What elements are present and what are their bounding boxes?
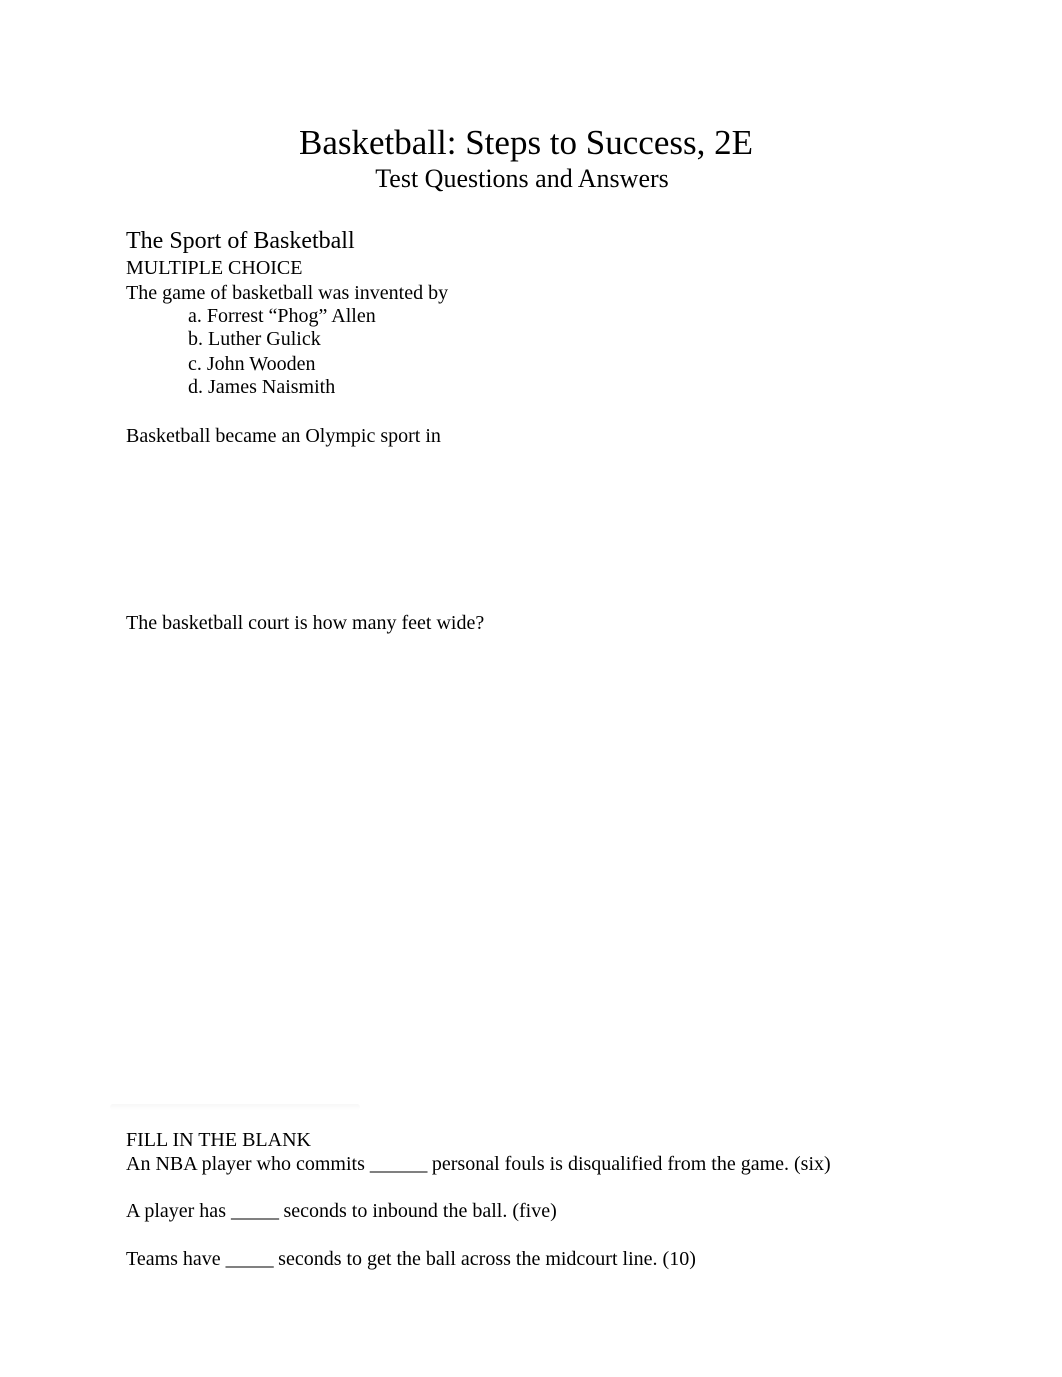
answer-option-b: b. Luther Gulick <box>188 328 321 350</box>
answer-key: (six) <box>789 1153 831 1175</box>
document-page: Basketball: Steps to Success, 2E Test Qu… <box>0 0 1062 1377</box>
question-text-after: personal fouls is disqualified from the … <box>426 1153 790 1175</box>
question-text-before: An NBA player who commits <box>126 1153 370 1175</box>
answer-blank: _____ <box>230 1200 279 1222</box>
faint-divider <box>110 1104 360 1110</box>
question-prompt: Basketball became an Olympic sport in <box>126 425 441 447</box>
question-prompt: The basketball court is how many feet wi… <box>126 612 485 634</box>
multiple-choice-heading: MULTIPLE CHOICE <box>126 257 303 279</box>
question-text-after: seconds to inbound the ball. <box>278 1200 508 1222</box>
answer-option-d: d. James Naismith <box>188 376 336 398</box>
answer-option-c: c. John Wooden <box>188 353 316 375</box>
fib-question-1: An NBA player who commits ______ persona… <box>126 1152 831 1176</box>
question-prompt: The game of basketball was invented by <box>126 282 449 304</box>
document-subtitle: Test Questions and Answers <box>375 164 669 193</box>
section-title: The Sport of Basketball <box>126 228 355 254</box>
question-text-before: Teams have <box>126 1248 226 1270</box>
answer-option-a: a. Forrest “Phog” Allen <box>188 305 376 327</box>
fill-in-the-blank-heading: FILL IN THE BLANK <box>126 1129 311 1151</box>
answer-key: (10) <box>657 1248 696 1270</box>
question-text-after: seconds to get the ball across the midco… <box>273 1248 658 1270</box>
fib-question-2: A player has _____ seconds to inbound th… <box>126 1199 557 1223</box>
answer-blank: ______ <box>369 1153 428 1175</box>
question-text-before: A player has <box>126 1200 231 1222</box>
document-title: Basketball: Steps to Success, 2E <box>299 123 753 162</box>
fib-question-3: Teams have _____ seconds to get the ball… <box>126 1247 696 1271</box>
answer-blank: _____ <box>225 1248 274 1270</box>
answer-key: (five) <box>507 1200 557 1222</box>
